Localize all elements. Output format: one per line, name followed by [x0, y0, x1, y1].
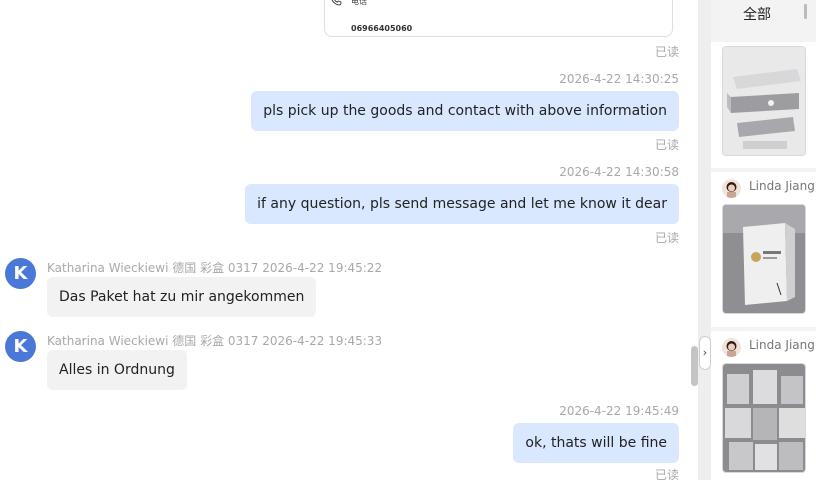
phone-label: 电话 — [351, 0, 367, 6]
message-timestamp: 2026-4-22 14:30:25 — [559, 72, 679, 86]
read-status: 已读 — [654, 138, 679, 152]
chat-scrollbar-thumb[interactable] — [691, 346, 698, 386]
sender-name: Katharina Wieckiewi 德国 彩盒 0317 — [47, 334, 259, 348]
outgoing-message-bubble[interactable]: ok, thats will be fine — [513, 423, 679, 463]
sender-info: Katharina Wieckiewi 德国 彩盒 0317 2026-4-22… — [47, 259, 382, 276]
sender-name: Linda Jiang — [749, 338, 815, 352]
outgoing-message-bubble[interactable]: if any question, pls send message and le… — [245, 184, 679, 224]
read-status: 已读 — [654, 231, 679, 245]
product-image[interactable] — [722, 46, 806, 156]
media-sidebar: 全部 Linda Jiang Linda Jiang — [711, 0, 816, 480]
message-timestamp: 2026-4-22 19:45:49 — [559, 404, 679, 418]
product-photo-boxes — [723, 47, 805, 155]
outgoing-message-bubble[interactable]: pls pick up the goods and contact with a… — [251, 91, 679, 131]
user-avatar — [722, 179, 741, 198]
media-item[interactable] — [711, 42, 816, 168]
incoming-message-bubble[interactable]: Alles in Ordnung — [47, 350, 187, 390]
read-status: 已读 — [654, 45, 679, 59]
product-photo-box — [723, 205, 805, 313]
media-item[interactable]: Linda Jiang — [711, 172, 816, 327]
message-timestamp: 2026-4-22 19:45:33 — [262, 334, 383, 348]
sender-name: Katharina Wieckiewi 德国 彩盒 0317 — [47, 261, 259, 275]
message-timestamp: 2026-4-22 19:45:22 — [262, 261, 383, 275]
chevron-right-icon: › — [702, 346, 708, 359]
product-image[interactable] — [722, 363, 806, 473]
product-photo-stack — [723, 364, 805, 472]
collapse-panel-button[interactable]: › — [699, 336, 711, 370]
shipping-info-card[interactable]: 电话 06966405060 — [324, 0, 673, 37]
avatar[interactable]: K — [5, 331, 36, 362]
media-item[interactable]: Linda Jiang — [711, 331, 816, 480]
panel-divider — [698, 0, 711, 480]
product-image[interactable] — [722, 204, 806, 314]
sidebar-header: 全部 — [711, 0, 816, 42]
chat-panel: 电话 06966405060 已读 2026-4-22 14:30:25 pls… — [0, 0, 698, 480]
user-avatar — [722, 338, 741, 357]
message-timestamp: 2026-4-22 14:30:58 — [559, 165, 679, 179]
tab-all[interactable]: 全部 — [743, 4, 771, 24]
sender-name: Linda Jiang — [749, 179, 815, 193]
phone-icon — [331, 0, 342, 6]
avatar[interactable]: K — [5, 258, 36, 289]
phone-number: 06966405060 — [351, 24, 413, 33]
sidebar-scroll-indicator[interactable] — [804, 4, 807, 19]
sender-info: Katharina Wieckiewi 德国 彩盒 0317 2026-4-22… — [47, 332, 382, 349]
read-status: 已读 — [654, 468, 679, 480]
incoming-message-bubble[interactable]: Das Paket hat zu mir angekommen — [47, 277, 317, 317]
